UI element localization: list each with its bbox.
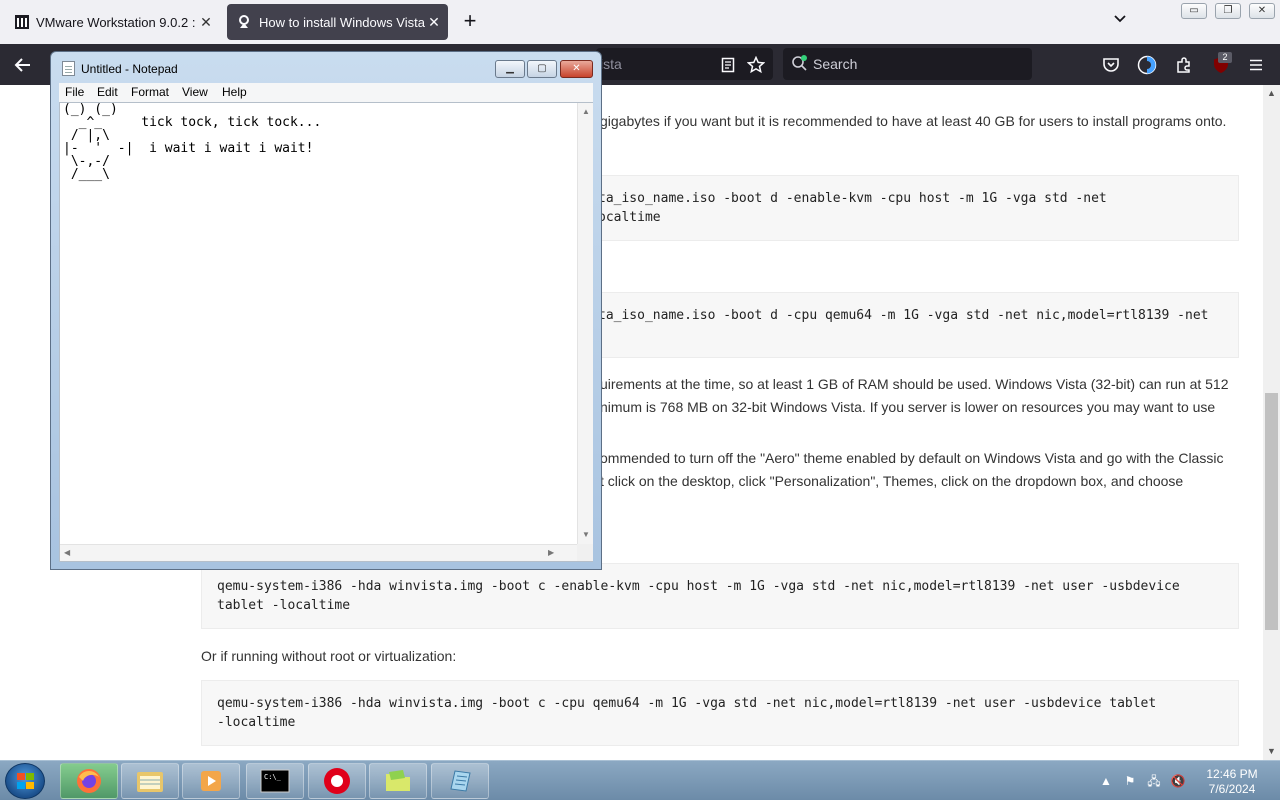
scroll-left-arrow-icon[interactable]: ◀	[64, 548, 70, 557]
system-clock[interactable]: 12:46 PM 7/6/2024	[1194, 767, 1270, 797]
search-bar[interactable]: Search	[783, 48, 1032, 80]
back-button[interactable]	[10, 52, 36, 78]
list-all-tabs-button[interactable]	[1110, 12, 1130, 32]
action-center-flag-icon[interactable]: ⚑	[1122, 773, 1138, 789]
svg-text:C:\_: C:\_	[264, 773, 282, 781]
paragraph-disk-size: gigabytes if you want but it is recommen…	[600, 113, 1227, 129]
start-button[interactable]	[5, 763, 45, 799]
menu-format[interactable]: Format	[131, 85, 169, 99]
command-prompt-icon: C:\_	[260, 769, 290, 793]
browser-restore-button[interactable]: ❐	[1215, 3, 1241, 19]
resize-grip-icon[interactable]	[577, 544, 593, 561]
code-block-boot-kvm: qemu-system-i386 -hda winvista.img -boot…	[201, 563, 1239, 629]
taskbar-firefox[interactable]	[60, 763, 118, 799]
url-text: ista	[600, 56, 622, 72]
menu-help[interactable]: Help	[222, 85, 247, 99]
firefox-icon	[77, 769, 101, 793]
vmware-icon	[14, 14, 30, 30]
code-line: qemu-system-i386 -hda winvista.img -boot…	[217, 696, 1157, 711]
search-placeholder: Search	[813, 56, 858, 72]
show-hidden-icons-chevron-up-icon[interactable]: ▲	[1098, 773, 1114, 789]
notepad-icon	[450, 770, 471, 792]
tab-title: VMware Workstation 9.0.2 : VMware	[36, 14, 198, 30]
paragraph-ram-line2: nimum is 768 MB on 32-bit Windows Vista.…	[600, 399, 1216, 415]
network-icon[interactable]: 🖧	[1146, 773, 1162, 789]
notepad-window: Untitled - Notepad ▁ ▢ ✕ File Edit Forma…	[50, 51, 602, 570]
taskbar-windows-explorer[interactable]	[121, 763, 179, 799]
ublock-blocked-count-badge: 2	[1218, 52, 1232, 63]
taskbar: C:\_ ▲ ⚑ 🖧 🔇 12:46 PM 7/6/2024	[0, 760, 1280, 800]
menu-file[interactable]: File	[65, 85, 84, 99]
browser-minimize-button[interactable]: ▭	[1181, 3, 1207, 19]
page-scroll-thumb[interactable]	[1265, 393, 1278, 630]
notepad-text-area[interactable]: (_) (_) _^_ tick tock, tick tock... / |,…	[59, 102, 593, 562]
windows-logo-icon	[17, 773, 35, 790]
scroll-down-arrow-icon[interactable]: ▼	[1263, 743, 1280, 760]
account-icon[interactable]	[1134, 52, 1160, 78]
notepad-menubar: File Edit Format View Help	[59, 83, 593, 102]
code-line: -localtime	[217, 715, 296, 730]
media-player-icon	[201, 771, 221, 791]
extensions-puzzle-icon[interactable]	[1171, 52, 1197, 78]
paragraph-aero-line1: ommended to turn off the "Aero" theme en…	[600, 450, 1224, 466]
file-explorer-icon	[137, 772, 163, 792]
code-line: tablet -localtime	[217, 598, 351, 613]
notepad-content[interactable]: (_) (_) _^_ tick tock, tick tock... / |,…	[63, 103, 321, 181]
clock-date: 7/6/2024	[1208, 782, 1256, 796]
bookmark-star-icon[interactable]	[743, 52, 769, 78]
paragraph-ram-line1: uirements at the time, so at least 1 GB …	[600, 376, 1229, 392]
close-tab-icon[interactable]: ✕	[198, 14, 214, 31]
scroll-down-arrow-icon[interactable]: ▼	[582, 530, 590, 539]
folder-icon	[386, 770, 410, 791]
taskbar-media-player[interactable]	[182, 763, 240, 799]
code-line: qemu-system-i386 -hda winvista.img -boot…	[217, 579, 1180, 594]
new-tab-button[interactable]: +	[458, 10, 482, 34]
paragraph-without-root: Or if running without root or virtualiza…	[201, 648, 457, 664]
clock-time: 12:46 PM	[1206, 767, 1258, 781]
taskbar-notepad[interactable]	[431, 763, 489, 799]
menu-edit[interactable]: Edit	[97, 85, 118, 99]
notepad-maximize-button[interactable]: ▢	[527, 60, 557, 78]
code-block-boot-nokvm: qemu-system-i386 -hda winvista.img -boot…	[201, 680, 1239, 746]
tab-vista-guide[interactable]: How to install Windows Vista in QEMU ✕	[227, 4, 448, 40]
notepad-horizontal-scrollbar[interactable]: ◀ ▶	[60, 544, 577, 561]
notepad-app-icon	[62, 61, 75, 76]
site-favicon-icon	[237, 14, 253, 30]
notepad-titlebar[interactable]: Untitled - Notepad ▁ ▢ ✕	[51, 52, 601, 84]
taskbar-screen-recorder[interactable]	[308, 763, 366, 799]
record-icon	[324, 768, 350, 794]
chevron-down-icon	[1114, 15, 1126, 23]
notepad-minimize-button[interactable]: ▁	[495, 60, 525, 78]
taskbar-command-prompt[interactable]: C:\_	[246, 763, 304, 799]
notepad-close-button[interactable]: ✕	[560, 60, 593, 78]
tab-title: How to install Windows Vista in QEMU	[259, 14, 426, 30]
reader-view-icon[interactable]	[715, 52, 741, 78]
notepad-vertical-scrollbar[interactable]: ▲ ▼	[577, 103, 593, 544]
notepad-title: Untitled - Notepad	[81, 62, 178, 76]
tab-vmware[interactable]: VMware Workstation 9.0.2 : VMware ✕	[4, 4, 220, 40]
code-line: ocaltime	[598, 210, 661, 225]
paragraph-aero-line2: t click on the desktop, click "Personali…	[600, 473, 1184, 489]
scroll-right-arrow-icon[interactable]: ▶	[548, 548, 554, 557]
hamburger-menu-icon[interactable]	[1243, 52, 1269, 78]
close-tab-icon[interactable]: ✕	[426, 14, 442, 31]
browser-tab-bar: VMware Workstation 9.0.2 : VMware ✕ How …	[0, 0, 1280, 44]
code-line: ta_iso_name.iso -boot d -enable-kvm -cpu…	[598, 191, 1107, 206]
menu-view[interactable]: View	[182, 85, 208, 99]
browser-close-button[interactable]: ✕	[1249, 3, 1275, 19]
scroll-up-arrow-icon[interactable]: ▲	[582, 107, 590, 116]
volume-muted-icon[interactable]: 🔇	[1170, 773, 1186, 789]
code-line: ta_iso_name.iso -boot d -cpu qemu64 -m 1…	[598, 308, 1209, 323]
pocket-icon[interactable]	[1098, 52, 1124, 78]
scroll-up-arrow-icon[interactable]: ▲	[1263, 85, 1280, 102]
page-scrollbar[interactable]: ▲ ▼	[1263, 85, 1280, 760]
taskbar-folder[interactable]	[369, 763, 427, 799]
arrow-left-icon	[14, 58, 30, 72]
